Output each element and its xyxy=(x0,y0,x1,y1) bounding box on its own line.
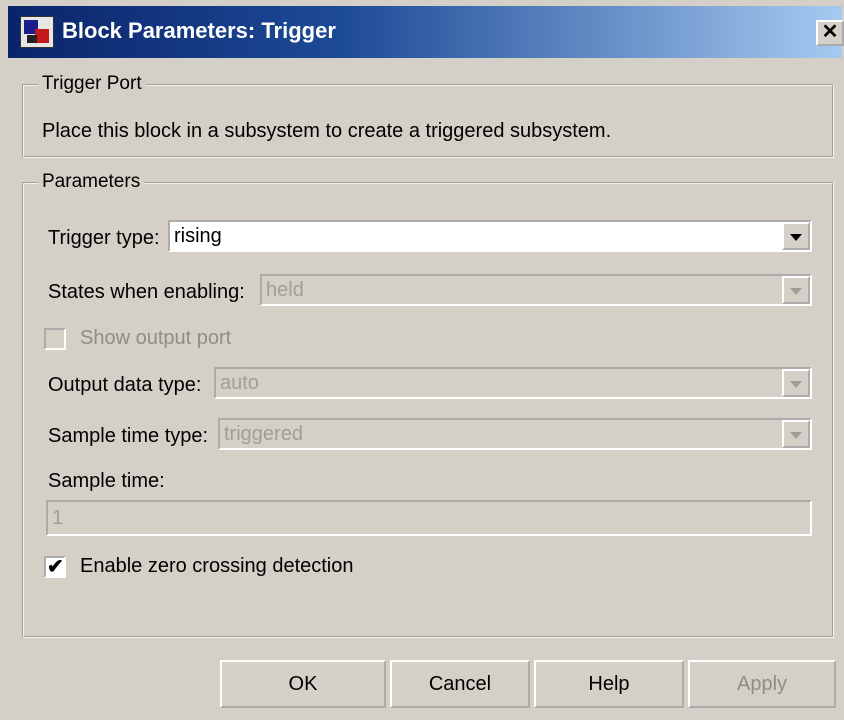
ok-button[interactable]: OK xyxy=(220,660,386,708)
apply-button[interactable]: Apply xyxy=(688,660,836,708)
trigger-port-legend: Trigger Port xyxy=(38,73,146,95)
trigger-type-value: rising xyxy=(174,225,222,247)
sample-time-label: Sample time: xyxy=(48,470,165,492)
close-icon: ✕ xyxy=(821,21,839,43)
chevron-down-icon[interactable] xyxy=(782,222,810,250)
simulink-block-icon xyxy=(20,16,54,48)
close-button[interactable]: ✕ xyxy=(816,20,844,46)
sample-time-type-value: triggered xyxy=(224,423,303,445)
chevron-down-icon[interactable] xyxy=(782,420,810,448)
chevron-down-icon[interactable] xyxy=(782,369,810,397)
output-data-type-select[interactable]: auto xyxy=(214,367,812,399)
help-button[interactable]: Help xyxy=(534,660,684,708)
states-when-enabling-value: held xyxy=(266,279,304,301)
trigger-port-group: Trigger Port Place this block in a subsy… xyxy=(22,73,834,158)
states-when-enabling-label: States when enabling: xyxy=(48,281,245,303)
checkmark-icon: ✔ xyxy=(47,556,64,578)
title-bar[interactable]: Block Parameters: Trigger ✕ xyxy=(8,6,844,58)
sample-time-type-label: Sample time type: xyxy=(48,425,209,447)
enable-zero-crossing-checkbox[interactable]: ✔ xyxy=(44,556,66,578)
trigger-type-label: Trigger type: xyxy=(48,227,160,249)
trigger-type-select[interactable]: rising xyxy=(168,220,812,252)
trigger-port-description: Place this block in a subsystem to creat… xyxy=(42,120,612,142)
chevron-down-icon[interactable] xyxy=(782,276,810,304)
show-output-port-checkbox[interactable] xyxy=(44,328,66,350)
dialog-window: Block Parameters: Trigger ✕ Trigger Port… xyxy=(0,0,844,720)
sample-time-input[interactable]: 1 xyxy=(46,500,812,536)
cancel-button[interactable]: Cancel xyxy=(390,660,530,708)
show-output-port-label: Show output port xyxy=(80,327,232,349)
output-data-type-label: Output data type: xyxy=(48,374,202,396)
window-title: Block Parameters: Trigger xyxy=(62,18,336,43)
sample-time-value: 1 xyxy=(52,507,64,529)
states-when-enabling-select[interactable]: held xyxy=(260,274,812,306)
enable-zero-crossing-label: Enable zero crossing detection xyxy=(80,555,354,577)
parameters-legend: Parameters xyxy=(38,171,145,193)
sample-time-type-select[interactable]: triggered xyxy=(218,418,812,450)
output-data-type-value: auto xyxy=(220,372,259,394)
